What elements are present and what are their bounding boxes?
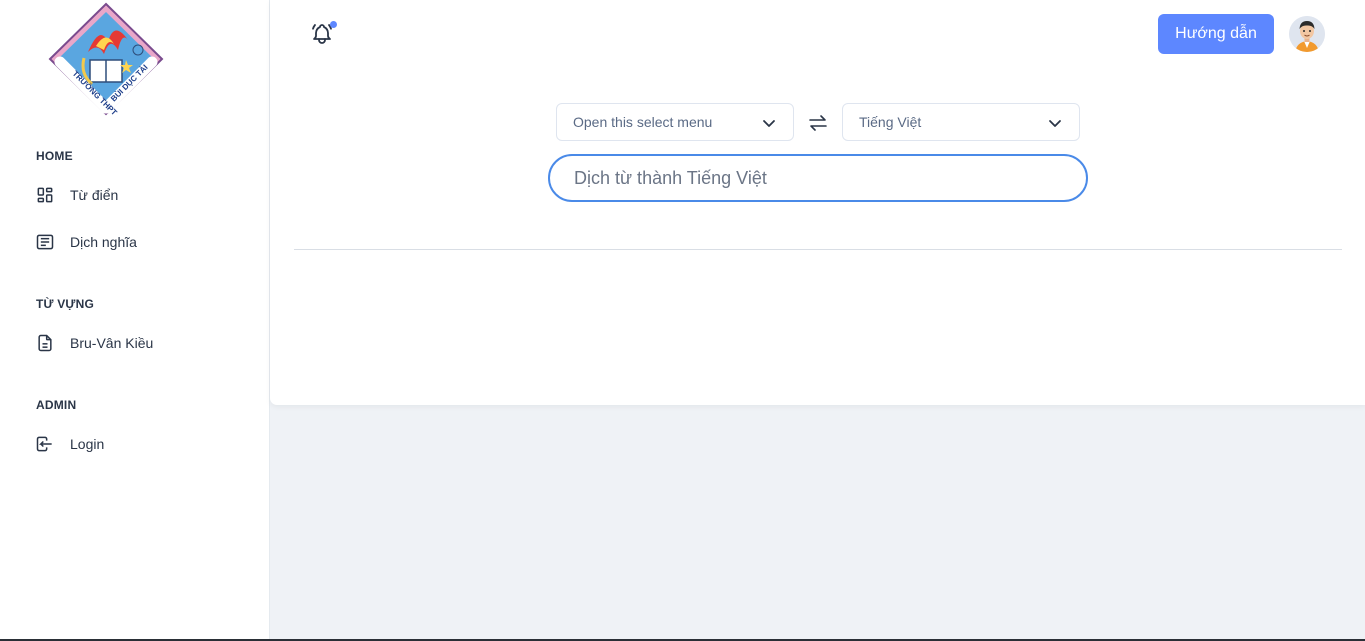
sidebar: TRƯỜNG THPT BÙI DỤC TÀI HOME Từ điển Dịc… (0, 0, 270, 641)
target-language-select[interactable]: Tiếng Việt (842, 103, 1080, 141)
translate-input[interactable] (548, 154, 1088, 202)
notification-dot (330, 21, 337, 28)
school-logo[interactable]: TRƯỜNG THPT BÙI DỤC TÀI (48, 2, 164, 117)
sidebar-item-dich-nghia[interactable]: Dịch nghĩa (34, 227, 254, 257)
nav-section-admin: ADMIN (36, 398, 77, 412)
sidebar-item-tu-dien[interactable]: Từ điển (34, 180, 254, 210)
source-language-select[interactable]: Open this select menu (556, 103, 794, 141)
sidebar-item-label: Login (70, 436, 105, 452)
guide-button[interactable]: Hướng dẫn (1158, 14, 1274, 54)
sidebar-item-bru-van-kieu[interactable]: Bru-Vân Kiều (34, 328, 254, 358)
source-language-value: Open this select menu (573, 114, 713, 130)
sidebar-item-label: Từ điển (70, 187, 119, 203)
divider (294, 249, 1342, 250)
sidebar-item-login[interactable]: Login (34, 429, 254, 459)
chevron-down-icon (1049, 120, 1061, 127)
target-language-value: Tiếng Việt (859, 114, 922, 130)
nav-section-home: HOME (36, 149, 73, 163)
main-panel: Hướng dẫn Open this select menu Tiếng Vi… (270, 0, 1365, 405)
nav-section-tu-vung: TỪ VỰNG (36, 297, 94, 311)
dashboard-icon (34, 184, 56, 206)
sidebar-item-label: Bru-Vân Kiều (70, 335, 154, 351)
login-icon (34, 433, 56, 455)
article-icon (34, 231, 56, 253)
arrows-exchange-icon[interactable] (806, 111, 830, 135)
user-avatar[interactable] (1289, 16, 1325, 52)
sidebar-item-label: Dịch nghĩa (70, 234, 137, 250)
file-text-icon (34, 332, 56, 354)
chevron-down-icon (763, 120, 775, 127)
